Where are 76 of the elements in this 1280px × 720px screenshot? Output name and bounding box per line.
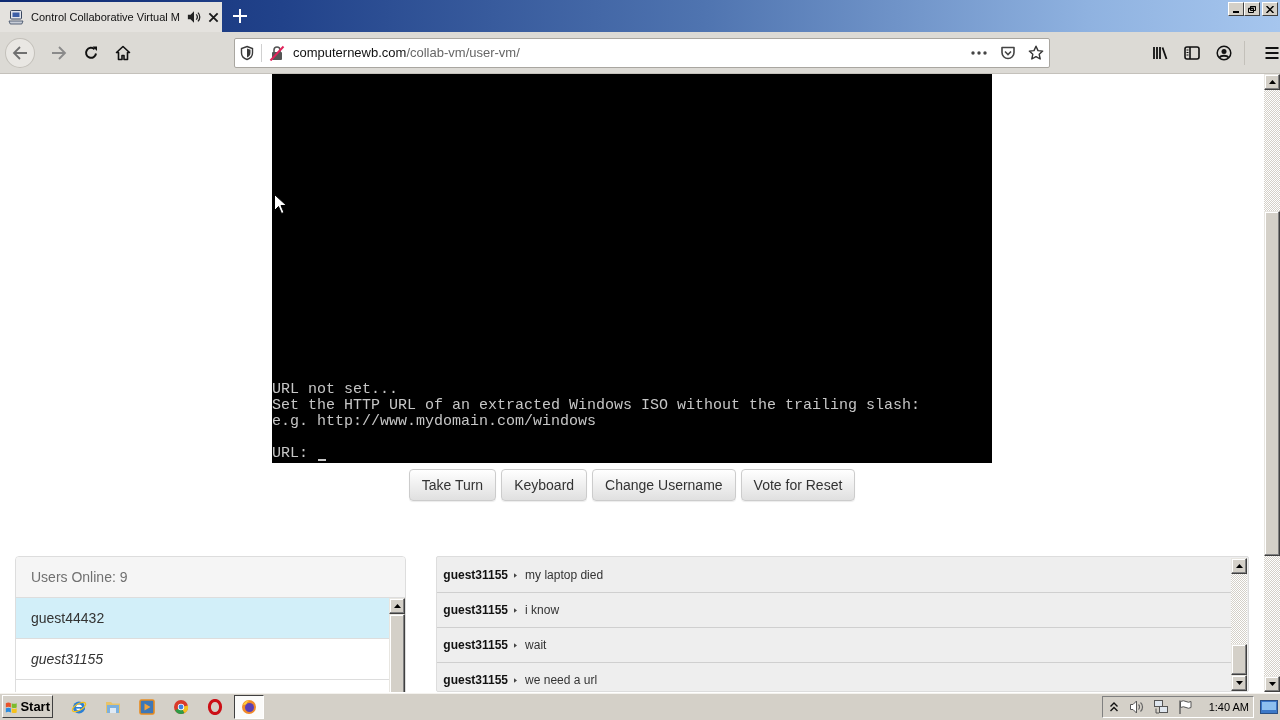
account-icon[interactable]: [1216, 44, 1232, 61]
show-hidden-icon[interactable]: [1108, 700, 1119, 713]
home-icon[interactable]: [114, 44, 131, 61]
ring-logo-icon: [207, 698, 223, 715]
close-icon[interactable]: [208, 11, 219, 23]
scroll-down-button[interactable]: [1264, 676, 1280, 692]
scroll-up-button[interactable]: [1231, 558, 1247, 574]
menu-icon[interactable]: [1264, 44, 1280, 61]
browser-tab[interactable]: Control Collaborative Virtual M: [0, 2, 222, 32]
address-bar[interactable]: computernewb.com/collab-vm/user-vm/: [233, 37, 1050, 68]
mouse-pointer-icon: [274, 194, 286, 214]
library-icon[interactable]: [1152, 44, 1168, 61]
chat-username: guest31155: [443, 637, 509, 654]
chat-message: i know: [525, 602, 560, 619]
scroll-up-button[interactable]: [1264, 74, 1280, 90]
pointer-triangle-icon: [514, 572, 518, 578]
chat-message: we need a url: [525, 672, 598, 689]
scroll-up-button[interactable]: [389, 598, 406, 614]
restore-icon: [1248, 5, 1256, 13]
scrollbar-thumb[interactable]: [1264, 210, 1280, 556]
show-desktop-icon[interactable]: [1260, 699, 1278, 714]
page-scrollbar[interactable]: [1264, 74, 1280, 692]
vm-screen[interactable]: URL not set... Set the HTTP URL of an extracted Windows ISO without the trailing slash: e.g. http://www.mydomain.com/windows URL:: [272, 74, 992, 463]
pocket-icon[interactable]: [1000, 44, 1016, 61]
vm-control-button[interactable]: Vote for Reset: [740, 469, 856, 501]
computer-icon: [8, 9, 24, 25]
new-tab-icon[interactable]: [233, 9, 247, 23]
flag-icon[interactable]: [1176, 698, 1193, 715]
chat-username: guest31155: [443, 672, 509, 689]
chat-message: my laptop died: [525, 567, 604, 584]
star-icon[interactable]: [1028, 44, 1044, 61]
restore-button[interactable]: [1244, 2, 1260, 16]
play-icon: [139, 698, 155, 715]
terminal-text: Set the HTTP URL of an extracted Windows ISO without the trailing slash:: [272, 398, 921, 414]
network-icon[interactable]: [1152, 698, 1169, 715]
pointer-triangle-icon: [514, 607, 518, 613]
back-button[interactable]: [5, 37, 35, 68]
clock[interactable]: 1:40 AM: [1208, 700, 1249, 713]
user-list-item[interactable]: guest44432: [16, 598, 390, 639]
scroll-down-button[interactable]: [1231, 675, 1247, 691]
url-text[interactable]: computernewb.com/collab-vm/user-vm/: [292, 45, 520, 60]
up-triangle-icon: [393, 604, 401, 608]
chat-username: guest31155: [443, 602, 509, 619]
vm-control-button[interactable]: Keyboard: [501, 469, 588, 501]
speaker-icon[interactable]: [187, 10, 201, 24]
down-triangle-icon: [1268, 682, 1276, 686]
cursor-icon: [318, 459, 326, 461]
start-button[interactable]: Start: [2, 695, 53, 718]
minimize-button[interactable]: [1228, 2, 1244, 16]
chat-message: wait: [525, 637, 547, 654]
scrollbar-thumb[interactable]: [1231, 644, 1247, 675]
vm-control-button[interactable]: Take Turn: [408, 469, 497, 501]
users-online-header: Users Online: 9: [16, 557, 406, 597]
globe-logo-icon: [241, 698, 257, 715]
shield-icon[interactable]: [238, 44, 255, 61]
pointer-triangle-icon: [514, 677, 518, 683]
crossed-lock-icon[interactable]: [268, 44, 285, 61]
close-button[interactable]: [1262, 2, 1278, 16]
down-triangle-icon: [1235, 681, 1243, 685]
up-triangle-icon: [1268, 80, 1276, 84]
left-arrow-icon: [11, 44, 28, 61]
terminal-text: e.g. http://www.mydomain.com/windows: [272, 414, 597, 430]
speaker-icon[interactable]: [1128, 698, 1145, 715]
chat-scrollbar[interactable]: [1231, 558, 1247, 691]
terminal-prompt: URL:: [272, 446, 308, 462]
chat-username: guest31155: [443, 567, 509, 584]
terminal-text: URL not set...: [272, 382, 399, 398]
more-icon[interactable]: [971, 50, 987, 55]
circle-logo-icon: [173, 698, 189, 715]
sidebar-icon[interactable]: [1184, 44, 1200, 61]
taskbar-app-button[interactable]: [234, 694, 264, 719]
reload-icon[interactable]: [82, 44, 99, 61]
close-icon: [1266, 5, 1274, 13]
vm-control-button[interactable]: Change Username: [592, 469, 736, 501]
up-triangle-icon: [1235, 564, 1243, 568]
pointer-triangle-icon: [514, 642, 518, 648]
